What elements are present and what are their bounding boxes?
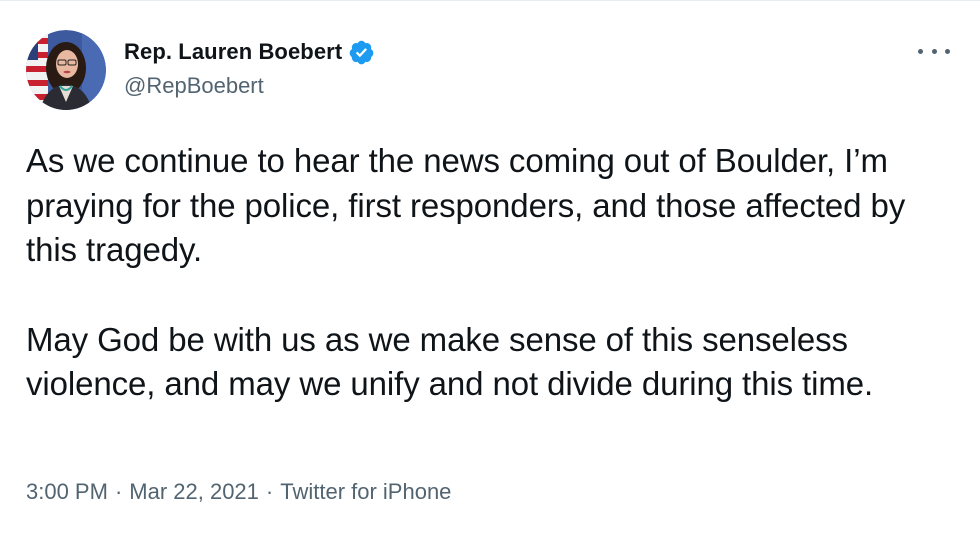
more-dot (918, 48, 923, 54)
meta-separator: · (114, 479, 123, 504)
tweet-date[interactable]: Mar 22, 2021 (129, 479, 259, 505)
more-options-icon[interactable] (918, 43, 950, 59)
meta-separator: · (265, 479, 274, 504)
author-name-row: Rep. Lauren Boebert (124, 37, 375, 67)
tweet-card: Rep. Lauren Boebert @RepBoebert As we co… (0, 0, 980, 534)
more-dot (931, 48, 937, 54)
tweet-paragraph: May God be with us as we make sense of t… (26, 320, 874, 403)
verified-badge-icon (348, 39, 375, 66)
more-dot (945, 48, 950, 54)
profile-photo-icon (26, 30, 106, 110)
tweet-paragraph: As we continue to hear the news coming o… (26, 142, 906, 268)
author-display-name[interactable]: Rep. Lauren Boebert (124, 39, 342, 65)
tweet-text: As we continue to hear the news coming o… (26, 139, 946, 407)
tweet-metadata: 3:00 PM · Mar 22, 2021 · Twitter for iPh… (26, 479, 451, 505)
author-handle[interactable]: @RepBoebert (124, 73, 264, 99)
tweet-time[interactable]: 3:00 PM (26, 479, 108, 505)
tweet-source[interactable]: Twitter for iPhone (280, 479, 451, 505)
avatar[interactable] (26, 30, 106, 110)
